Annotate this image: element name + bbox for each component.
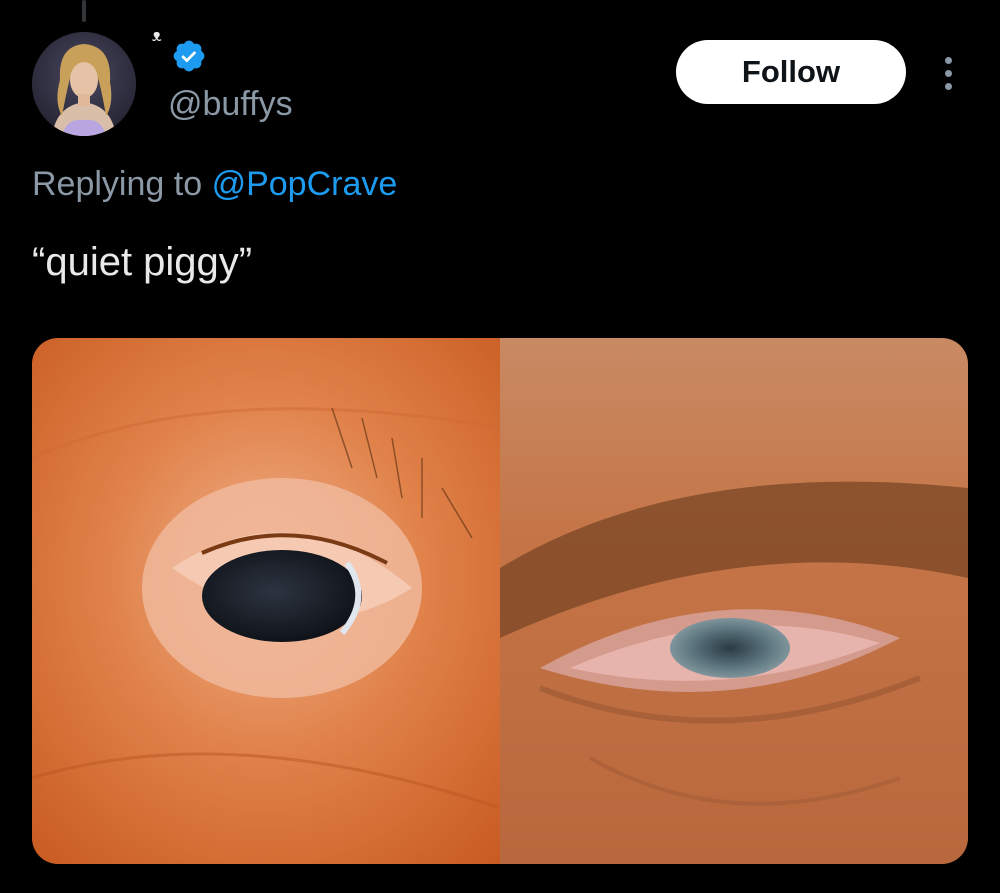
media-image-pig-eye[interactable] [32, 338, 500, 864]
follow-button[interactable]: Follow [676, 40, 906, 104]
tweet-text: “quiet piggy” [32, 240, 253, 284]
reply-target-link[interactable]: @PopCrave [212, 165, 398, 203]
verified-badge-icon [174, 40, 205, 72]
media-image-human-eye[interactable] [500, 338, 968, 864]
reply-prefix: Replying to [32, 165, 203, 203]
thread-connector-line [82, 0, 86, 22]
avatar-image [32, 32, 136, 136]
author-handle[interactable]: @buffys [168, 84, 293, 124]
tweet-media[interactable] [32, 338, 968, 864]
avatar[interactable] [32, 32, 136, 136]
more-dot [944, 56, 952, 64]
more-dot [944, 69, 952, 77]
author-name-row[interactable]: ᵜ [152, 28, 207, 72]
reply-context: Replying to @PopCrave [32, 162, 397, 206]
more-options-icon[interactable] [928, 50, 968, 96]
more-dot [944, 82, 952, 90]
author-display-name[interactable]: ᵜ [152, 28, 161, 52]
